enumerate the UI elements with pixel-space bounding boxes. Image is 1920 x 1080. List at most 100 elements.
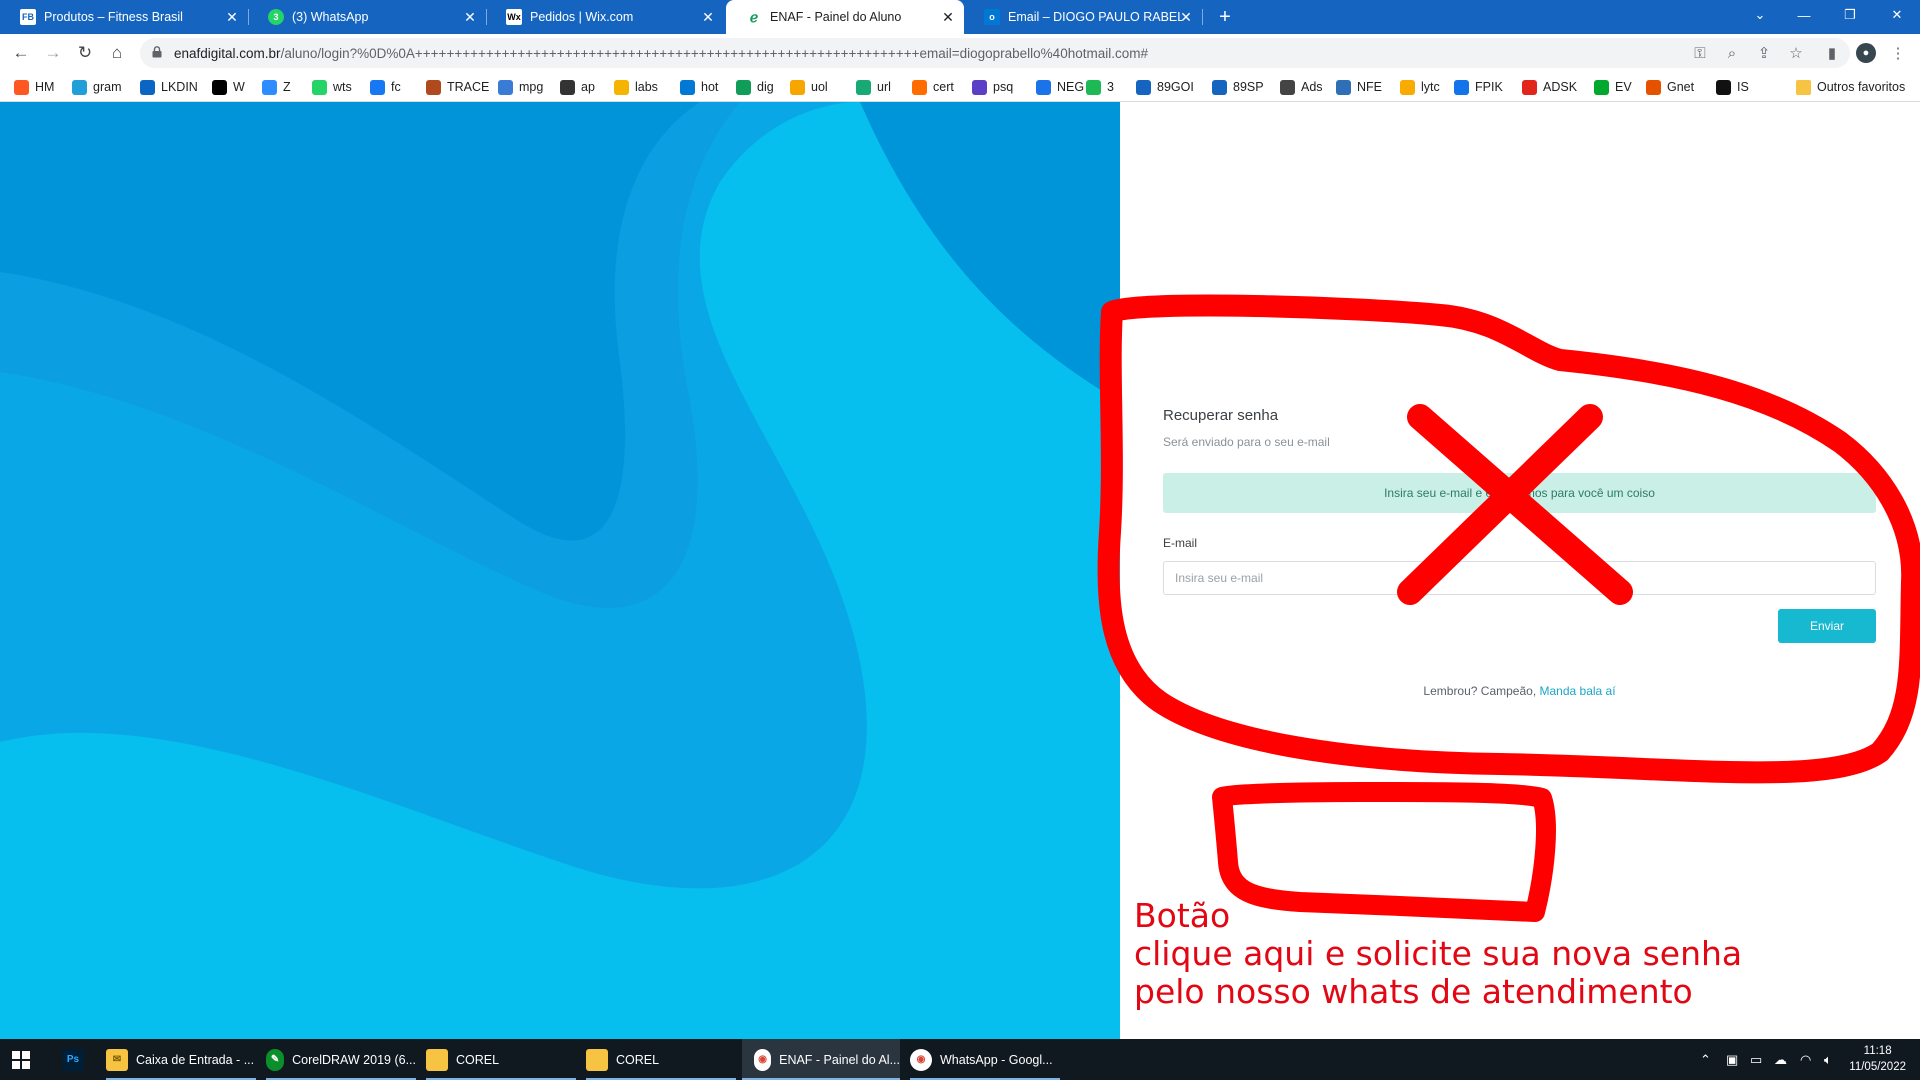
bookmark-dig[interactable]: dig: [736, 78, 774, 96]
reload-icon[interactable]: ↻: [72, 41, 98, 65]
tab-email[interactable]: o Email – DIOGO PAULO RABELLO ✕: [964, 0, 1202, 34]
email-field[interactable]: [1163, 561, 1876, 595]
back-to-login-link[interactable]: Manda bala aí: [1540, 684, 1616, 698]
bookmark-label: 3: [1107, 80, 1114, 94]
clock[interactable]: 11:18 11/05/2022: [1849, 1043, 1906, 1075]
bookmark-wts[interactable]: wts: [312, 78, 352, 96]
tray-notification-icon[interactable]: ▣: [1726, 1039, 1738, 1080]
bookmark-lkdin[interactable]: LKDIN: [140, 78, 198, 96]
taskbar-label: CorelDRAW 2019 (6...: [292, 1052, 416, 1067]
bookmark-trace[interactable]: TRACE: [426, 78, 489, 96]
profile-avatar[interactable]: ●: [1856, 43, 1876, 63]
taskbar-mail[interactable]: ✉ Caixa de Entrada - ...: [106, 1039, 256, 1080]
tab-fitness-brasil[interactable]: FB Produtos – Fitness Brasil ✕: [0, 0, 248, 34]
tab-search-icon[interactable]: ⌄: [1737, 0, 1783, 30]
bookmark-ev[interactable]: EV: [1594, 78, 1632, 96]
bookmark-label: NFE: [1357, 80, 1382, 94]
tray-chevron-icon[interactable]: ⌃: [1700, 1039, 1711, 1080]
start-button[interactable]: [12, 1039, 30, 1080]
taskbar-label: WhatsApp - Googl...: [940, 1052, 1053, 1067]
new-tab-button[interactable]: +: [1210, 0, 1240, 34]
bookmark-89sp[interactable]: 89SP: [1212, 78, 1264, 96]
bookmark-label: dig: [757, 80, 774, 94]
wifi-icon[interactable]: ◠: [1800, 1039, 1811, 1080]
side-panel-icon[interactable]: ▮: [1822, 43, 1842, 63]
bookmark-icon: [1594, 79, 1609, 95]
bookmark-url[interactable]: url: [856, 78, 891, 96]
bookmark-labs[interactable]: labs: [614, 78, 658, 96]
bookmark-w[interactable]: W: [212, 78, 245, 96]
key-icon[interactable]: ⚿: [1690, 43, 1710, 63]
lock-icon[interactable]: [152, 46, 162, 58]
bookmark-neg[interactable]: NEG: [1036, 78, 1084, 96]
remember-text: Lembrou? Campeão,: [1423, 684, 1537, 698]
close-icon[interactable]: ✕: [700, 9, 716, 25]
other-favorites[interactable]: Outros favoritos: [1796, 78, 1905, 96]
volume-icon[interactable]: 🔈︎: [1824, 1039, 1832, 1080]
bookmark-icon: [1400, 79, 1415, 95]
bookmark-label: uol: [811, 80, 828, 94]
bookmark-icon: [1036, 79, 1051, 95]
chrome-icon: ◉: [910, 1048, 932, 1071]
tab-whatsapp[interactable]: 3 (3) WhatsApp ✕: [248, 0, 486, 34]
bookmark-psq[interactable]: psq: [972, 78, 1013, 96]
bookmark-ads[interactable]: Ads: [1280, 78, 1323, 96]
bookmark-cert[interactable]: cert: [912, 78, 954, 96]
onedrive-icon[interactable]: ☁: [1774, 1039, 1787, 1080]
bookmark-label: url: [877, 80, 891, 94]
share-icon[interactable]: ⇪: [1754, 43, 1774, 63]
bookmark-lytc[interactable]: lytc: [1400, 78, 1440, 96]
menu-kebab-icon[interactable]: ⋮: [1888, 43, 1908, 63]
zoom-icon[interactable]: ⌕: [1722, 43, 1742, 63]
windows-icon: [12, 1050, 30, 1069]
url-host: enafdigital.com.br: [174, 46, 281, 61]
bookmark-star-icon[interactable]: ☆: [1786, 43, 1806, 63]
close-icon[interactable]: ✕: [462, 9, 478, 25]
mail-folder-icon: ✉: [106, 1048, 128, 1071]
home-icon[interactable]: ⌂: [104, 41, 130, 65]
close-icon[interactable]: ✕: [1178, 9, 1194, 25]
bookmark-icon: [736, 79, 751, 95]
close-window-button[interactable]: ✕: [1874, 0, 1920, 30]
tab-enaf[interactable]: ℯ ENAF - Painel do Aluno ✕: [726, 0, 964, 34]
bookmark-hot[interactable]: hot: [680, 78, 718, 96]
address-bar[interactable]: enafdigital.com.br/aluno/login?%0D%0A+++…: [140, 38, 1850, 68]
back-icon[interactable]: ←: [8, 41, 34, 65]
close-icon[interactable]: ✕: [224, 9, 240, 25]
tab-title: (3) WhatsApp: [292, 10, 369, 24]
close-icon[interactable]: ✕: [940, 9, 956, 25]
outlook-icon: o: [984, 9, 1000, 25]
annotation-line-2: clique aqui e solicite sua nova senha: [1134, 934, 1743, 973]
taskbar-chrome-whatsapp[interactable]: ◉ WhatsApp - Googl...: [910, 1039, 1060, 1080]
tab-separator: [1202, 9, 1203, 25]
battery-icon[interactable]: ▭: [1750, 1039, 1762, 1080]
bookmark-uol[interactable]: uol: [790, 78, 828, 96]
bookmark-fpik[interactable]: FPIK: [1454, 78, 1503, 96]
bookmark-89goi[interactable]: 89GOI: [1136, 78, 1194, 96]
minimize-button[interactable]: —: [1781, 0, 1827, 30]
bookmark-gram[interactable]: gram: [72, 78, 121, 96]
restore-button[interactable]: ❐: [1827, 0, 1873, 30]
bookmark-fc[interactable]: fc: [370, 78, 401, 96]
taskbar-folder-corel-1[interactable]: COREL: [426, 1039, 576, 1080]
bookmark-icon: [972, 79, 987, 95]
send-button[interactable]: Enviar: [1778, 609, 1876, 643]
taskbar-folder-corel-2[interactable]: COREL: [586, 1039, 736, 1080]
bookmark-adsk[interactable]: ADSK: [1522, 78, 1577, 96]
bookmark-gnet[interactable]: Gnet: [1646, 78, 1694, 96]
bookmark-nfe[interactable]: NFE: [1336, 78, 1382, 96]
taskbar-label: ENAF - Painel do Al...: [779, 1052, 900, 1067]
taskbar-chrome-enaf[interactable]: ◉ ENAF - Painel do Al...: [742, 1039, 900, 1080]
bookmark-label: TRACE: [447, 80, 490, 94]
tab-wix[interactable]: Wx Pedidos | Wix.com ✕: [486, 0, 724, 34]
page-title: Recuperar senha: [1163, 407, 1279, 424]
bookmark-mpg[interactable]: mpg: [498, 78, 543, 96]
bookmark-hm[interactable]: HM: [14, 78, 54, 96]
bookmark-is[interactable]: IS: [1716, 78, 1749, 96]
bookmark-z[interactable]: Z: [262, 78, 291, 96]
taskbar-photoshop[interactable]: Ps: [62, 1039, 92, 1080]
bookmark-ap[interactable]: ap: [560, 78, 595, 96]
taskbar-coreldraw[interactable]: ✎ CorelDRAW 2019 (6...: [266, 1039, 416, 1080]
bookmark-3[interactable]: 3: [1086, 78, 1114, 96]
forward-icon[interactable]: →: [40, 41, 66, 65]
